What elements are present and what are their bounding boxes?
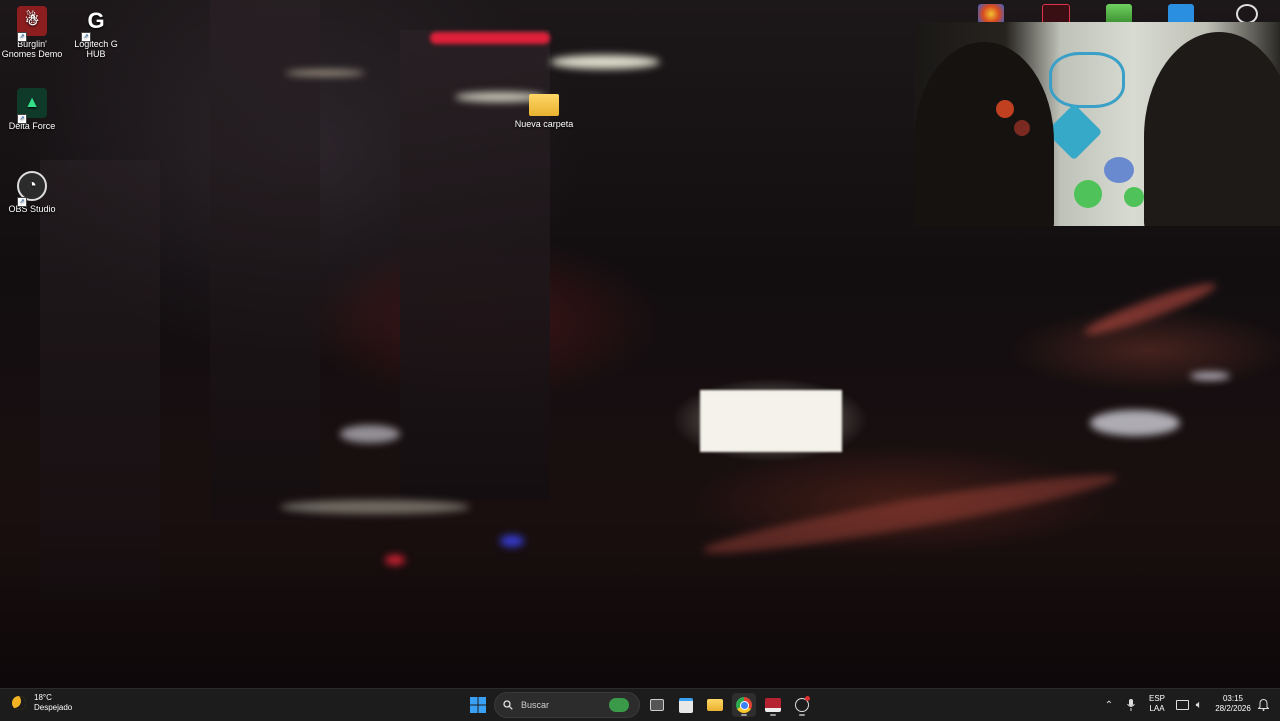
windows-icon [470,697,486,713]
desktop-icon-label: Burglin' Gnomes Demo [1,39,63,59]
running-indicator [799,714,805,716]
webcam-graffiti [996,100,1014,118]
webcam-graffiti [1124,187,1144,207]
weather-temp: 18°C [34,693,52,702]
task-view-button[interactable] [645,693,669,717]
network-button[interactable] [1172,693,1192,717]
wallpaper-building [210,0,320,520]
search-highlight-icon [609,698,629,712]
folder-icon [707,699,723,711]
wallpaper-light [550,55,660,69]
desktop-icon-label: Logitech G HUB [74,39,118,59]
clock-date: 28/2/2026 [1215,704,1251,713]
moon-icon [12,696,26,710]
bell-icon [1257,699,1269,711]
shortcut-arrow-icon: ↗ [17,197,27,207]
desktop-icon-nueva-carpeta[interactable]: Nueva carpeta [512,88,576,129]
folder-icon [529,94,559,116]
keyboard-layout: LAA [1149,704,1165,713]
wallpaper-light [280,500,470,514]
recorder-app-icon [765,698,781,712]
desktop-icon-delta-force[interactable]: ▲ ↗ Delta Force [0,88,64,131]
store-icon [679,697,693,713]
webcam-graffiti [1014,120,1030,136]
task-view-icon [650,699,664,711]
wallpaper-light-trail [1081,276,1219,342]
webcam-overlay [914,22,1280,226]
wallpaper-light [1090,410,1180,436]
shortcut-arrow-icon: ↗ [81,32,91,42]
desktop-icon-obs-studio[interactable]: ◔ ↗ OBS Studio [0,171,64,214]
language-indicator[interactable]: ESP LAA [1146,694,1168,714]
app-icon-partial[interactable] [1106,4,1132,24]
desktop-icon-burglin-gnomes[interactable]: ☃ ↗ Burglin' Gnomes Demo [0,6,64,59]
webcam-graffiti [1049,52,1125,108]
app-icon-partial[interactable] [1168,4,1194,24]
store-button[interactable] [674,693,698,717]
search-placeholder: Buscar [521,700,550,710]
recording-dot-icon [805,696,810,701]
wallpaper-light [500,535,524,547]
search-icon [503,700,513,710]
network-icon [1175,700,1189,710]
language-code: ESP [1148,694,1165,703]
running-indicator [741,714,747,716]
wallpaper-light-trail [700,463,1120,565]
search-box[interactable]: Buscar [494,692,640,718]
app-icon-partial[interactable] [978,4,1004,24]
desktop-icon-label: OBS Studio [8,204,56,214]
wallpaper-red-sign [430,32,550,44]
shortcut-arrow-icon: ↗ [17,32,27,42]
weather-condition: Despejado [34,703,73,712]
wallpaper-light [340,425,400,443]
weather-widget[interactable]: 18°C Despejado [12,693,72,713]
chevron-up-icon[interactable]: ⌃ [1098,693,1120,717]
running-indicator [770,714,776,716]
wallpaper-light [385,555,405,565]
taskbar: 18°C Despejado Buscar ⌃ ESP LAA 🔈︎ 03:15… [0,688,1280,721]
volume-icon[interactable]: 🔈︎ [1190,693,1208,717]
wallpaper-light [1190,372,1230,380]
chrome-button[interactable] [732,693,756,717]
webcam-person [914,42,1054,226]
webcam-person [1144,32,1280,226]
notifications-button[interactable] [1254,693,1272,717]
webcam-graffiti [1104,157,1134,183]
webcam-graffiti [1045,103,1103,161]
clock[interactable]: 03:15 28/2/2026 [1208,694,1258,714]
desktop-icon-label: Delta Force [8,121,56,131]
recorder-app-button[interactable] [761,693,785,717]
clock-time: 03:15 [1222,694,1244,703]
file-explorer-button[interactable] [703,693,727,717]
microphone-button[interactable] [1120,693,1142,717]
desktop-icon-label: Nueva carpeta [514,119,574,129]
desktop-icon-logitech-ghub[interactable]: G ↗ Logitech G HUB [64,6,128,60]
webcam-graffiti [1074,180,1102,208]
shortcut-arrow-icon: ↗ [17,114,27,124]
wallpaper-light [285,70,365,76]
start-button[interactable] [466,693,490,717]
microphone-icon [1127,699,1135,711]
obs-taskbar-button[interactable] [790,693,814,717]
wallpaper-lit-building [700,390,842,452]
app-icon-partial[interactable] [1236,4,1258,24]
wallpaper-building [40,160,160,600]
chrome-icon [736,697,752,713]
